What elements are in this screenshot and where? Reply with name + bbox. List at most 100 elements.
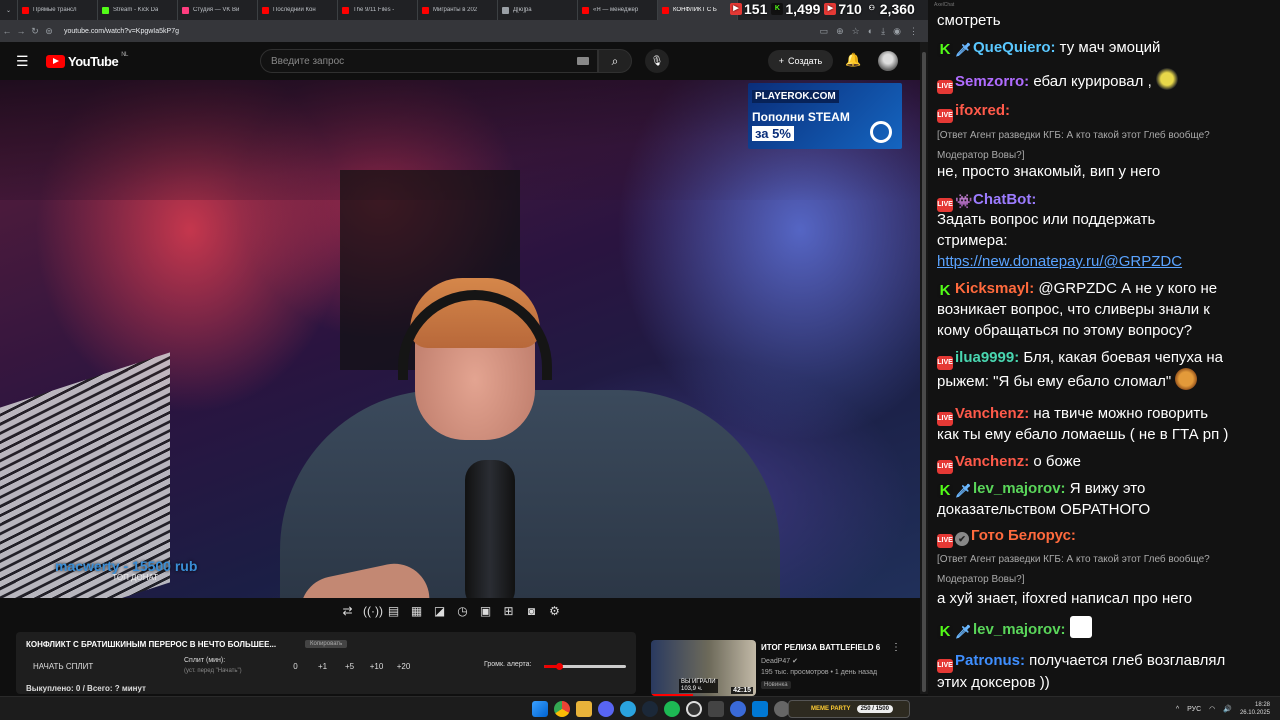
browser-tab[interactable]: Прямые трансл xyxy=(18,0,98,20)
cast-icon[interactable]: ▭ xyxy=(820,26,829,37)
bookmark-star-icon[interactable]: ☆ xyxy=(852,26,860,37)
top-donate-overlay: macwerty - 15500 rub ТОП ДОНАТ xyxy=(55,558,197,582)
microphone xyxy=(465,460,515,598)
tray-chevron-icon[interactable]: ^ xyxy=(1176,706,1179,713)
meme-party-widget[interactable]: МЕМЕ PARTY 250 / 1500 xyxy=(788,700,910,718)
split-btn-20[interactable]: +20 xyxy=(390,662,417,671)
search-button[interactable]: ⌕ xyxy=(598,49,632,73)
split-btn-0[interactable]: 0 xyxy=(282,662,309,671)
pip-icon[interactable]: ◪ xyxy=(432,604,447,619)
split-btn-5[interactable]: +5 xyxy=(336,662,363,671)
film-icon[interactable]: ▦ xyxy=(409,604,424,619)
browser-tab[interactable]: Последний Кон xyxy=(258,0,338,20)
windows-start-icon[interactable] xyxy=(532,701,548,717)
notifications-bell-icon[interactable]: 🔔 xyxy=(845,52,861,68)
chat-username[interactable]: Patronus: xyxy=(955,652,1025,669)
keyboard-icon[interactable] xyxy=(577,57,589,65)
streamer-figure xyxy=(220,260,780,598)
extension-icon[interactable]: ◐ xyxy=(868,26,873,37)
discord-icon[interactable] xyxy=(598,701,614,717)
screenshot-icon[interactable]: ◙ xyxy=(524,604,539,619)
avatar[interactable] xyxy=(878,51,898,71)
zoom-icon[interactable]: ⊕ xyxy=(836,26,844,37)
chat-username[interactable]: Vanchenz: xyxy=(955,453,1029,470)
browser-tab[interactable]: КОНФЛИКТ С Б xyxy=(658,0,738,20)
folder-icon[interactable] xyxy=(576,701,592,717)
chat-message-line: рыжем: "Я бы ему ебало сломал" xyxy=(937,368,1275,392)
app-icon[interactable] xyxy=(708,701,724,717)
clock[interactable]: 18:28 26.10.2025 xyxy=(1240,701,1270,717)
browser-menu-icon[interactable]: ⋮ xyxy=(909,26,918,37)
chat-username[interactable]: lev_majorov: xyxy=(973,480,1066,497)
alert-volume-slider[interactable] xyxy=(544,663,626,670)
video-title: КОНФЛИКТ С БРАТИШКИНЫМ ПЕРЕРОС В НЕЧТО Б… xyxy=(26,640,277,649)
url-field[interactable]: youtube.com/watch?v=KpgwIa5kP7g xyxy=(64,23,820,39)
site-info-icon[interactable]: ⊜ xyxy=(42,26,56,37)
chat-username[interactable]: QueQuiero: xyxy=(973,39,1056,56)
video-thumbnail[interactable]: ВЫ ИГРАЛИ 103,9 ч. 42:15 xyxy=(651,640,756,696)
spotify-icon[interactable] xyxy=(664,701,680,717)
tab-favicon-icon xyxy=(342,6,349,14)
browser-tab[interactable]: Студия — VK Ви xyxy=(178,0,258,20)
chat-username[interactable]: ilua9999: xyxy=(955,349,1019,366)
recommended-video[interactable]: ВЫ ИГРАЛИ 103,9 ч. 42:15 ИТОГ РЕЛИЗА BATT… xyxy=(651,640,916,696)
browser-icon[interactable] xyxy=(752,701,768,717)
steam-icon[interactable] xyxy=(642,701,658,717)
telegram-icon[interactable] xyxy=(620,701,636,717)
stat-value: 2,360 xyxy=(879,1,915,17)
wifi-icon[interactable]: ◠ xyxy=(1209,705,1215,713)
stat-value: 710 xyxy=(838,1,862,17)
tab-label: КОНФЛИКТ С Б xyxy=(673,7,717,13)
alert-volume-label: Громк. алерта: xyxy=(484,661,532,668)
browser-tab[interactable]: The 9/11 Files - xyxy=(338,0,418,20)
chat-message-line: не, просто знакомый, вип у него xyxy=(937,161,1275,182)
browser-tab[interactable]: Д[ю]ра xyxy=(498,0,578,20)
chat-username[interactable]: Semzorro: xyxy=(955,73,1029,90)
download-icon[interactable]: ⤓ xyxy=(881,26,885,37)
search-input[interactable]: Введите запрос xyxy=(260,49,598,73)
speed-icon[interactable]: ◷ xyxy=(455,604,470,619)
split-btn-1[interactable]: +1 xyxy=(309,662,336,671)
back-icon[interactable]: ← xyxy=(0,26,14,36)
rec-channel[interactable]: DeadP47 ✔ xyxy=(761,657,798,665)
fullscreen-icon[interactable]: ▣ xyxy=(478,604,493,619)
split-btn-10[interactable]: +10 xyxy=(363,662,390,671)
settings-gear-icon[interactable]: ⚙ xyxy=(547,604,562,619)
tab-list-button[interactable]: ⌄ xyxy=(0,0,18,20)
split-status: Выкуплено: 0 / Всего: ? минут xyxy=(26,684,146,693)
youtube-logo[interactable]: YouTube NL xyxy=(46,52,128,69)
browser-tab[interactable]: «Я — менеджер xyxy=(578,0,658,20)
chat-username[interactable]: Vanchenz: xyxy=(955,405,1029,422)
browser-tab[interactable]: Stream - Kick Da xyxy=(98,0,178,20)
chat-text: доказательством ОБРАТНОГО xyxy=(937,501,1151,518)
subtitles-icon[interactable]: ▤ xyxy=(386,604,401,619)
hamburger-menu-icon[interactable]: ☰ xyxy=(16,53,32,70)
ad-banner[interactable]: PLAYEROK.COM Пополни STEAM за 5% xyxy=(748,83,902,149)
loop-icon[interactable]: ⇄ xyxy=(340,604,355,619)
reload-icon[interactable]: ↻ xyxy=(28,26,42,37)
browser-tab[interactable]: Мигранты в 202 xyxy=(418,0,498,20)
chat-username[interactable]: ifoxred: xyxy=(955,102,1010,119)
chat-username[interactable]: Гото Белорус: xyxy=(971,527,1076,544)
forward-icon[interactable]: → xyxy=(14,26,28,36)
volume-icon[interactable]: 🔊 xyxy=(1223,705,1232,713)
copy-button[interactable]: Копировать xyxy=(305,640,348,648)
more-vert-icon[interactable]: ⋮ xyxy=(891,642,901,653)
obs-icon[interactable] xyxy=(686,701,702,717)
language-indicator[interactable]: РУС xyxy=(1187,706,1201,713)
rec-title[interactable]: ИТОГ РЕЛИЗА BATTLEFIELD 6 xyxy=(761,643,880,652)
chat-username[interactable]: lev_majorov: xyxy=(973,621,1066,638)
start-split-button[interactable]: НАЧАТЬ СПЛИТ xyxy=(33,662,93,671)
voice-search-button[interactable]: 🎙 xyxy=(645,49,669,73)
donate-link[interactable]: https://new.donatepay.ru/@GRPZDC xyxy=(937,253,1182,270)
audio-icon[interactable]: ((·)) xyxy=(363,604,383,619)
player-icon[interactable] xyxy=(730,701,746,717)
video-player[interactable]: PLAYEROK.COM Пополни STEAM за 5% macwert… xyxy=(0,80,920,598)
create-button[interactable]: + Создать xyxy=(768,50,833,72)
chat-username[interactable]: ChatBot: xyxy=(973,191,1036,208)
profile-icon[interactable]: ◉ xyxy=(893,26,901,37)
chat-username[interactable]: Kicksmayl: xyxy=(955,280,1034,297)
add-icon[interactable]: ⊞ xyxy=(501,604,516,619)
page-scrollbar[interactable] xyxy=(920,42,928,694)
chrome-icon[interactable] xyxy=(554,701,570,717)
